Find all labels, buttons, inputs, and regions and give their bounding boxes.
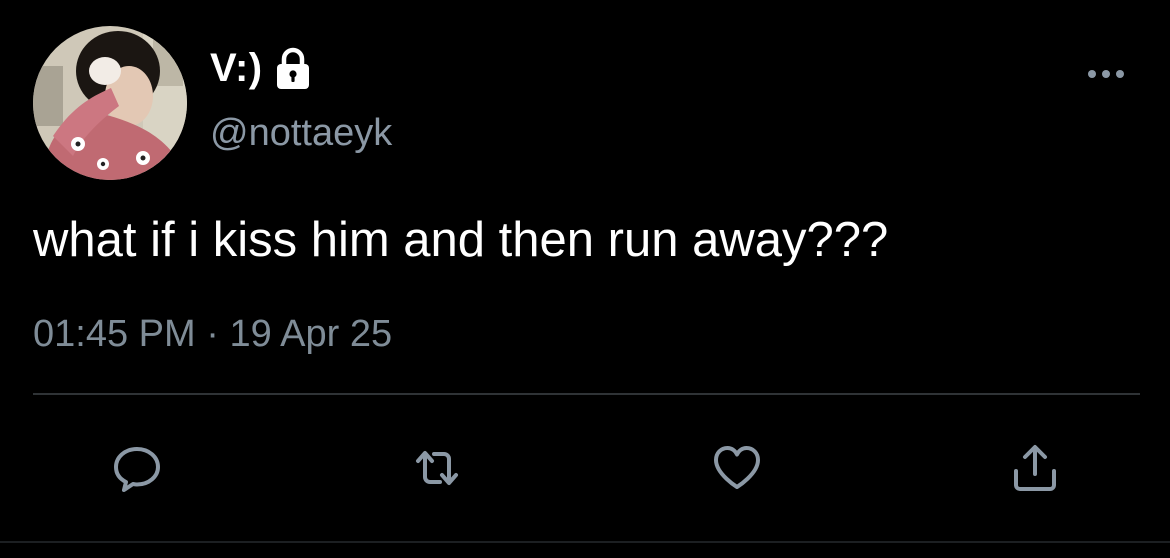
user-handle[interactable]: @nottaeyk [210,110,392,156]
reply-icon [114,447,160,492]
more-horizontal-icon[interactable] [1086,62,1126,86]
avatar[interactable] [33,26,187,180]
divider [33,393,1140,395]
like-button[interactable] [707,440,767,496]
lock-icon [273,47,313,91]
share-button[interactable] [1005,440,1065,496]
retweet-icon [416,451,458,485]
display-name[interactable]: V:) [210,44,263,92]
heart-icon [714,446,760,489]
timestamp-separator: · [195,313,230,355]
user-name-row[interactable]: V:) [210,44,313,92]
share-icon [1014,445,1056,491]
bottom-divider [0,541,1170,543]
tweet-timestamp[interactable]: 01:45 PM · 19 Apr 25 [33,311,392,357]
tweet-date: 19 Apr 25 [229,313,393,355]
avatar-image [33,26,187,180]
tweet-time: 01:45 PM [33,313,196,355]
reply-button[interactable] [107,440,167,496]
tweet-text: what if i kiss him and then run away??? [33,213,889,267]
retweet-button[interactable] [407,440,467,496]
